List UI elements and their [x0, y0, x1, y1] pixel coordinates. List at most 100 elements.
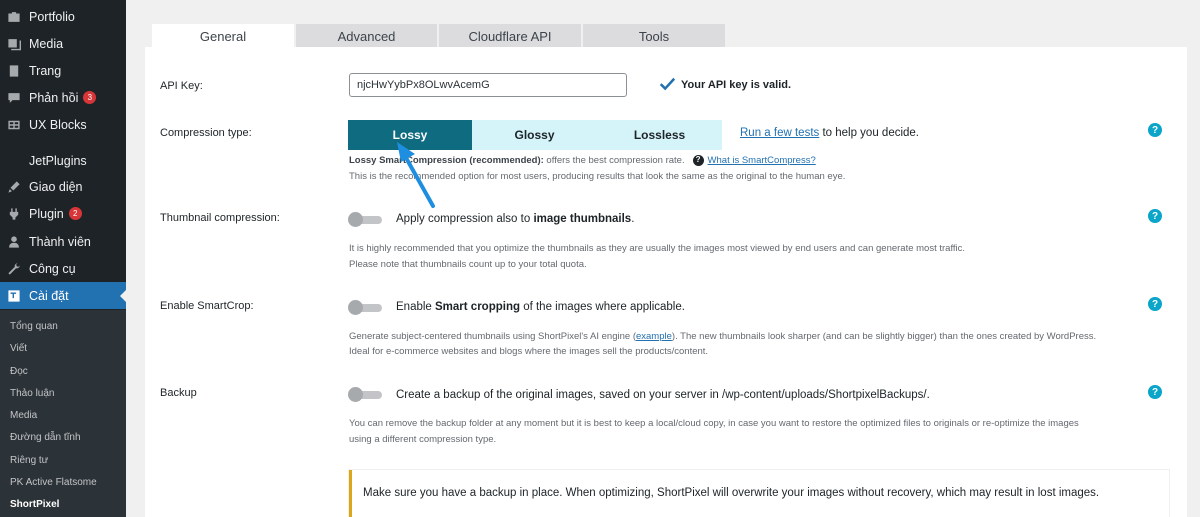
sidebar-item-jetplugins[interactable]: JetPlugins — [0, 147, 126, 174]
compression-help-icon[interactable]: ? — [1148, 123, 1162, 137]
thumbnail-toggle-text: Apply compression also to image thumbnai… — [396, 213, 634, 225]
smartcrop-description-line1: Generate subject-centered thumbnails usi… — [349, 329, 1096, 345]
compression-type-label: Compression type: — [160, 127, 252, 139]
thumbnail-toggle-bold: image thumbnails — [533, 213, 632, 225]
run-tests-text: Run a few tests to help you decide. — [740, 127, 919, 139]
tools-icon — [7, 262, 21, 276]
backup-warning-notice: Make sure you have a backup in place. Wh… — [349, 470, 1169, 517]
appearance-icon — [7, 180, 21, 194]
sidebar-item-pages[interactable]: Trang — [0, 57, 126, 84]
portfolio-icon — [7, 10, 21, 24]
smartcrop-help-icon[interactable]: ? — [1148, 297, 1162, 311]
run-tests-link[interactable]: Run a few tests — [740, 127, 819, 139]
thumbnail-compression-label: Thumbnail compression: — [160, 212, 280, 224]
smartcrop-desc-part1: Generate subject-centered thumbnails usi… — [349, 331, 636, 342]
submenu-item-privacy[interactable]: Riêng tư — [10, 455, 48, 466]
ux-blocks-icon — [7, 118, 21, 132]
compression-option-lossless[interactable]: Lossless — [597, 120, 722, 150]
tab-general[interactable]: General — [152, 24, 294, 48]
sidebar-item-label: Giao diện — [29, 179, 83, 194]
sidebar-item-label: UX Blocks — [29, 117, 87, 132]
what-is-smartcompress-link[interactable]: What is SmartCompress? — [708, 155, 816, 166]
plugins-update-badge: 2 — [68, 207, 82, 220]
api-key-status-text: Your API key is valid. — [681, 79, 792, 91]
tab-tools[interactable]: Tools — [583, 24, 725, 48]
backup-toggle-text: Create a backup of the original images, … — [396, 389, 930, 401]
thumbnail-help-icon[interactable]: ? — [1148, 209, 1162, 223]
smartcrop-toggle-prefix: Enable — [396, 301, 436, 313]
backup-toggle[interactable] — [348, 387, 382, 402]
backup-description-line1: You can remove the backup folder at any … — [349, 418, 1079, 429]
tab-advanced[interactable]: Advanced — [296, 24, 437, 48]
sidebar-item-comments[interactable]: Phản hồi 3 — [0, 84, 126, 111]
submenu-item-shortpixel[interactable]: ShortPixel — [10, 499, 59, 510]
submenu-item-reading[interactable]: Đọc — [10, 366, 28, 377]
smartcrop-toggle-text: Enable Smart cropping of the images wher… — [396, 301, 685, 313]
compression-desc-text: offers the best compression rate. — [543, 155, 685, 166]
thumbnail-toggle-suffix: . — [631, 213, 635, 225]
api-key-input[interactable] — [349, 73, 627, 97]
checkmark-icon — [659, 77, 676, 91]
settings-submenu: Tổng quan Viết Đọc Thảo luận Media Đường… — [0, 310, 126, 517]
compression-option-glossy[interactable]: Glossy — [472, 120, 597, 150]
thumbnail-description-line2: Please note that thumbnails count up to … — [349, 259, 587, 270]
thumbnail-description-line1: It is highly recommended that you optimi… — [349, 243, 966, 254]
plugins-icon — [7, 207, 21, 221]
sidebar-item-tools[interactable]: Công cụ — [0, 255, 126, 282]
sidebar-item-label: Công cụ — [29, 261, 76, 276]
smartcrop-label: Enable SmartCrop: — [160, 300, 254, 312]
sidebar-item-ux-blocks[interactable]: UX Blocks — [0, 111, 126, 138]
sidebar-item-label: Thành viên — [29, 234, 91, 249]
admin-sidebar: Portfolio Media Trang Phản hồi 3 UX Bloc… — [0, 0, 126, 517]
smartcrop-toggle-suffix: of the images where applicable. — [520, 301, 685, 313]
backup-help-icon[interactable]: ? — [1148, 385, 1162, 399]
settings-panel — [145, 47, 1187, 517]
users-icon — [7, 235, 21, 249]
compression-desc-bold: Lossy SmartCompression (recommended): — [349, 155, 544, 166]
pointer-arrow-icon — [397, 142, 435, 208]
submenu-item-writing[interactable]: Viết — [10, 343, 27, 354]
tab-cloudflare-api[interactable]: Cloudflare API — [439, 24, 581, 48]
media-icon — [7, 37, 21, 51]
submenu-item-general[interactable]: Tổng quan — [10, 321, 58, 332]
thumbnail-toggle-prefix: Apply compression also to — [396, 213, 534, 225]
sidebar-item-portfolio[interactable]: Portfolio — [0, 3, 126, 30]
sidebar-item-settings[interactable]: Cài đặt — [0, 282, 126, 309]
sidebar-item-label: JetPlugins — [29, 153, 87, 168]
api-key-label: API Key: — [160, 80, 203, 92]
toggle-knob — [348, 300, 363, 315]
smartcrop-description-line2: Ideal for e-commerce websites and blogs … — [349, 346, 709, 357]
comments-count-badge: 3 — [83, 91, 97, 104]
thumbnail-compression-toggle[interactable] — [348, 212, 382, 227]
backup-label: Backup — [160, 387, 197, 399]
sidebar-item-appearance[interactable]: Giao diện — [0, 173, 126, 200]
sidebar-item-label: Portfolio — [29, 9, 75, 24]
run-tests-suffix: to help you decide. — [819, 127, 920, 139]
toggle-knob — [348, 212, 363, 227]
backup-warning-text: Make sure you have a backup in place. Wh… — [363, 487, 1100, 499]
pages-icon — [7, 64, 21, 78]
sidebar-item-media[interactable]: Media — [0, 30, 126, 57]
sidebar-item-users[interactable]: Thành viên — [0, 228, 126, 255]
submenu-item-pk-active-flatsome[interactable]: PK Active Flatsome — [10, 477, 97, 488]
comments-icon — [7, 91, 21, 105]
sidebar-item-label: Media — [29, 36, 64, 51]
smartcrop-toggle[interactable] — [348, 300, 382, 315]
sidebar-item-label: Plugin — [29, 206, 64, 221]
active-menu-arrow — [120, 290, 126, 302]
sidebar-item-plugins[interactable]: Plugin 2 — [0, 200, 126, 227]
settings-icon — [7, 289, 21, 303]
question-icon: ? — [692, 154, 704, 166]
sidebar-item-label: Cài đặt — [29, 288, 69, 303]
submenu-item-discussion[interactable]: Thảo luận — [10, 388, 54, 399]
api-key-status: Your API key is valid. — [658, 76, 791, 94]
smartcrop-example-link[interactable]: example — [636, 331, 672, 342]
sidebar-item-label: Trang — [29, 63, 62, 78]
backup-description-line2: using a different compression type. — [349, 434, 497, 445]
smartcrop-toggle-bold: Smart cropping — [435, 301, 520, 313]
toggle-knob — [348, 387, 363, 402]
submenu-item-media[interactable]: Media — [10, 410, 37, 421]
smartcrop-desc-part2: ). The new thumbnails look sharper (and … — [671, 331, 1097, 342]
submenu-item-permalinks[interactable]: Đường dẫn tĩnh — [10, 432, 81, 443]
sidebar-item-label: Phản hồi — [29, 90, 79, 105]
